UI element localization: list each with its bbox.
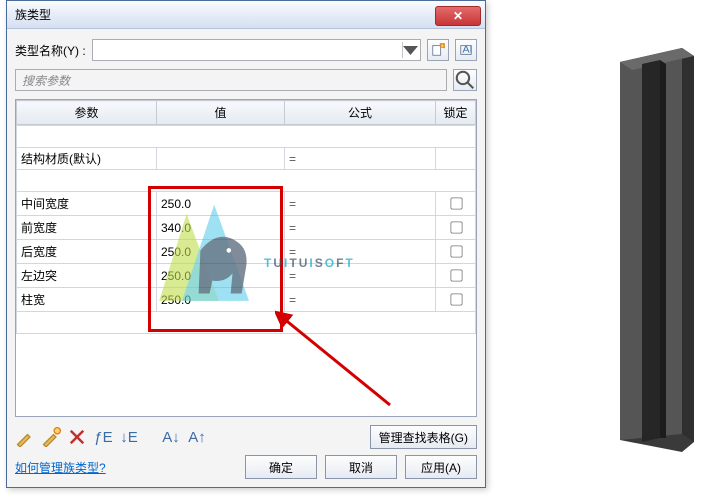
- search-button[interactable]: [453, 69, 477, 91]
- grid-body-scroll[interactable]: 材质和装饰⌄结构材质(默认)尺寸标注⌄中间宽度250.0前宽度340.0后宽度2…: [16, 125, 476, 417]
- svg-text:AI: AI: [463, 44, 473, 56]
- col-value[interactable]: 值: [157, 101, 285, 125]
- param-name-cell[interactable]: 中间宽度: [17, 192, 157, 216]
- search-icon: [454, 69, 476, 91]
- param-formula-cell[interactable]: [285, 288, 436, 312]
- param-value-cell[interactable]: 250.0: [157, 288, 285, 312]
- svg-text:A↓: A↓: [162, 429, 180, 446]
- new-type-icon: [431, 43, 445, 57]
- param-name-cell[interactable]: 柱宽: [17, 288, 157, 312]
- family-types-dialog: 族类型 ✕ 类型名称(Y) : AI 搜索参数: [6, 0, 486, 488]
- param-tool-icons: ƒE ↓E A↓ A↑: [15, 427, 207, 447]
- close-button[interactable]: ✕: [435, 6, 481, 26]
- rename-type-button[interactable]: AI: [455, 39, 477, 61]
- param-lock-cell[interactable]: [436, 288, 476, 312]
- svg-text:A↑: A↑: [188, 429, 206, 446]
- dialog-title: 族类型: [15, 6, 51, 23]
- lock-checkbox[interactable]: [450, 197, 462, 209]
- param-value-cell[interactable]: 250.0: [157, 264, 285, 288]
- table-row: 后宽度250.0: [17, 240, 476, 264]
- svg-text:ƒE: ƒE: [94, 429, 112, 446]
- type-name-select[interactable]: [92, 39, 421, 61]
- param-name-cell[interactable]: 左边突: [17, 264, 157, 288]
- param-formula-cell[interactable]: [285, 264, 436, 288]
- table-row: 前宽度340.0: [17, 216, 476, 240]
- dialog-titlebar[interactable]: 族类型 ✕: [7, 1, 485, 29]
- search-input[interactable]: 搜索参数: [15, 69, 447, 91]
- param-lock-cell[interactable]: [436, 240, 476, 264]
- search-row: 搜索参数: [15, 69, 477, 91]
- search-placeholder: 搜索参数: [22, 72, 70, 89]
- table-row: 结构材质(默认): [17, 148, 476, 170]
- table-row: 中间宽度250.0: [17, 192, 476, 216]
- bottom-toolbar: ƒE ↓E A↓ A↑ 管理查找表格(G): [15, 425, 477, 449]
- footer-row: 如何管理族类型? 确定 取消 应用(A): [15, 455, 477, 479]
- col-lock[interactable]: 锁定: [436, 101, 476, 125]
- cancel-button[interactable]: 取消: [325, 455, 397, 479]
- new-param-icon[interactable]: [15, 427, 35, 447]
- lock-checkbox[interactable]: [450, 293, 462, 305]
- moveup-icon[interactable]: ƒE: [93, 427, 113, 447]
- manage-lookup-button[interactable]: 管理查找表格(G): [370, 425, 477, 449]
- table-row: 左边突250.0: [17, 264, 476, 288]
- section-header[interactable]: 材质和装饰⌄: [17, 126, 476, 148]
- sort-asc-icon[interactable]: A↓: [161, 427, 181, 447]
- grid-header: 参数 值 公式 锁定: [16, 100, 476, 125]
- close-icon: ✕: [453, 9, 463, 23]
- param-name-cell[interactable]: 后宽度: [17, 240, 157, 264]
- col-formula[interactable]: 公式: [285, 101, 436, 125]
- apply-button[interactable]: 应用(A): [405, 455, 477, 479]
- type-name-row: 类型名称(Y) : AI: [15, 39, 477, 61]
- lock-checkbox[interactable]: [450, 269, 462, 281]
- type-name-label: 类型名称(Y) :: [15, 42, 86, 59]
- section-header[interactable]: 尺寸标注⌄: [17, 170, 476, 192]
- new-type-button[interactable]: [427, 39, 449, 61]
- movedown-icon[interactable]: ↓E: [119, 427, 139, 447]
- ok-button[interactable]: 确定: [245, 455, 317, 479]
- param-formula-cell[interactable]: [285, 192, 436, 216]
- param-value-cell[interactable]: 340.0: [157, 216, 285, 240]
- table-row: 柱宽250.0: [17, 288, 476, 312]
- svg-text:↓E: ↓E: [120, 429, 138, 446]
- param-value-cell[interactable]: 250.0: [157, 240, 285, 264]
- lock-checkbox[interactable]: [450, 245, 462, 257]
- param-formula-cell[interactable]: [285, 148, 436, 170]
- param-lock-cell[interactable]: [436, 192, 476, 216]
- grid-body: 材质和装饰⌄结构材质(默认)尺寸标注⌄中间宽度250.0前宽度340.0后宽度2…: [16, 125, 476, 334]
- param-lock-cell[interactable]: [436, 264, 476, 288]
- help-link[interactable]: 如何管理族类型?: [15, 459, 106, 476]
- lock-checkbox[interactable]: [450, 221, 462, 233]
- col-param[interactable]: 参数: [17, 101, 157, 125]
- param-value-cell[interactable]: 250.0: [157, 192, 285, 216]
- section-header[interactable]: 标识数据⌄: [17, 312, 476, 334]
- chevron-down-icon: [402, 42, 418, 58]
- param-name-cell[interactable]: 前宽度: [17, 216, 157, 240]
- modify-param-icon[interactable]: [41, 427, 61, 447]
- param-formula-cell[interactable]: [285, 216, 436, 240]
- param-name-cell[interactable]: 结构材质(默认): [17, 148, 157, 170]
- param-value-cell[interactable]: [157, 148, 285, 170]
- param-formula-cell[interactable]: [285, 240, 436, 264]
- rename-icon: AI: [459, 43, 473, 57]
- parameter-grid: 参数 值 公式 锁定 材质和装饰⌄结构材质(默认)尺寸标注⌄中间宽度250.0前…: [15, 99, 477, 417]
- delete-param-icon[interactable]: [67, 427, 87, 447]
- param-lock-cell[interactable]: [436, 216, 476, 240]
- sort-desc-icon[interactable]: A↑: [187, 427, 207, 447]
- column-3d-preview: [612, 42, 702, 462]
- param-lock-cell[interactable]: [436, 148, 476, 170]
